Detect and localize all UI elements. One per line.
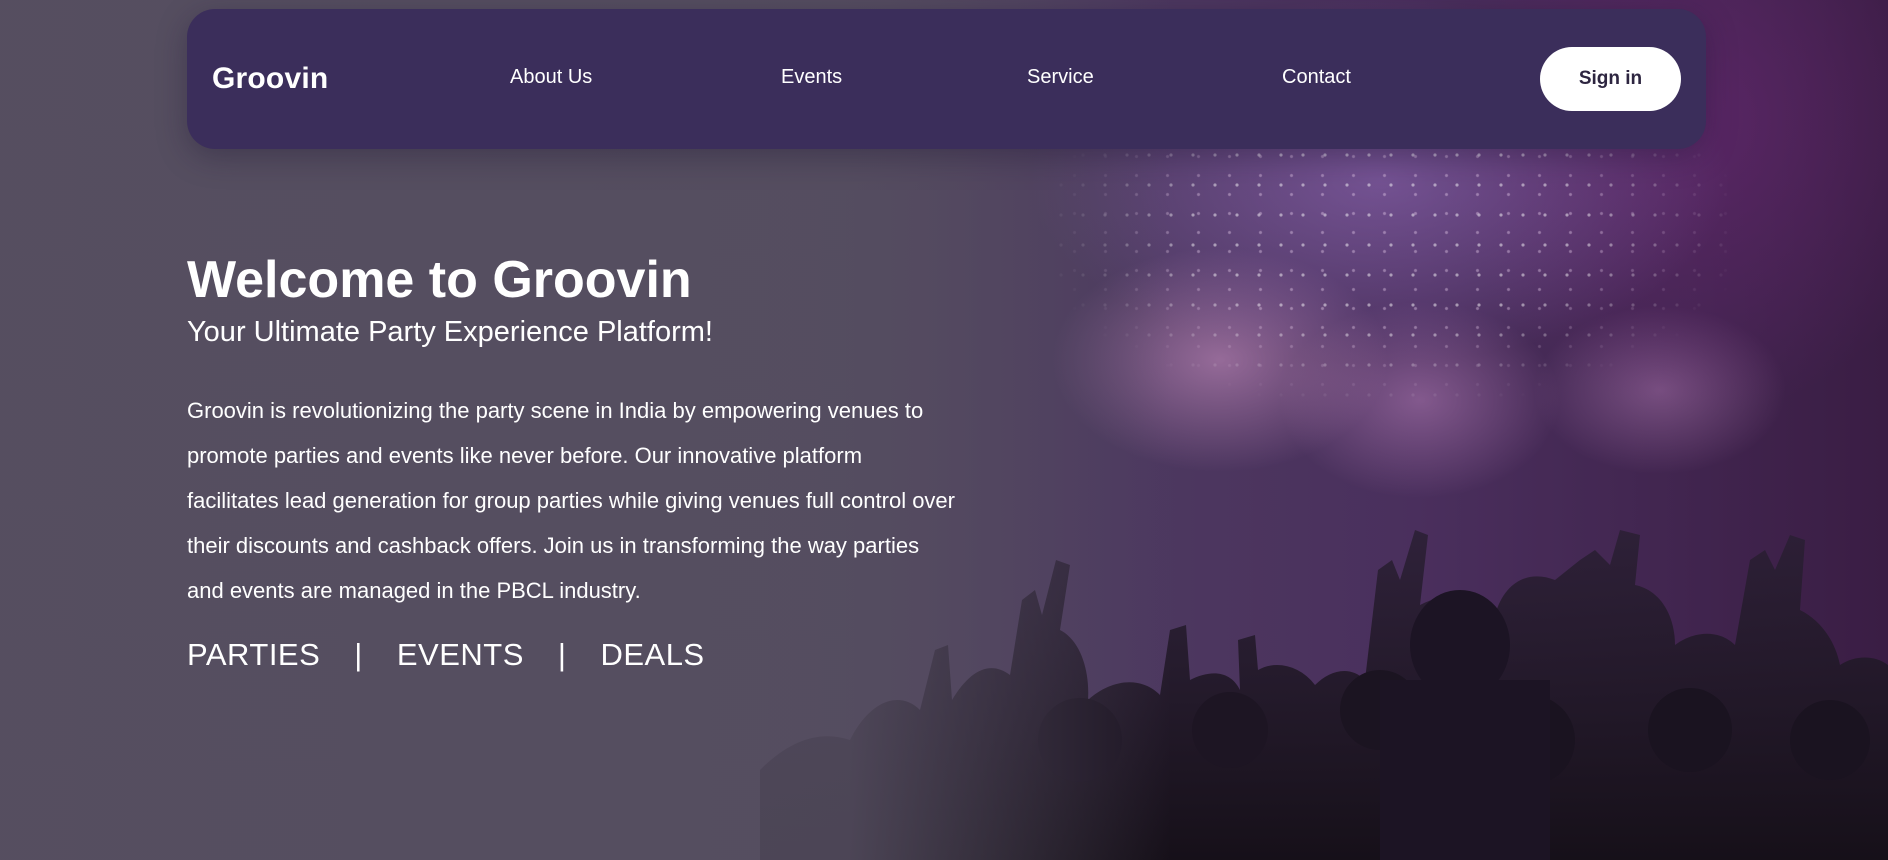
- hero-subtitle: Your Ultimate Party Experience Platform!: [187, 316, 713, 348]
- nav-link-about-us[interactable]: About Us: [510, 66, 592, 89]
- nav-link-events[interactable]: Events: [781, 66, 842, 89]
- sign-in-button[interactable]: Sign in: [1540, 47, 1681, 111]
- tag-separator: |: [354, 637, 363, 672]
- tag-events: EVENTS: [396, 637, 524, 672]
- brand-logo[interactable]: Groovin: [212, 62, 512, 96]
- nav-link-contact[interactable]: Contact: [1282, 66, 1351, 89]
- hero-title: Welcome to Groovin: [187, 251, 692, 309]
- tag-deals: DEALS: [600, 637, 705, 672]
- hero-tagline: PARTIES | EVENTS | DEALS: [187, 637, 967, 673]
- hero-section: Welcome to Groovin Your Ultimate Party E…: [187, 248, 967, 673]
- tag-parties: PARTIES: [187, 637, 321, 672]
- nav-link-service[interactable]: Service: [1027, 66, 1094, 89]
- hero-description: Groovin is revolutionizing the party sce…: [187, 398, 955, 603]
- tag-separator: |: [557, 637, 567, 672]
- page: Groovin About Us Events Service Contact …: [0, 0, 1888, 860]
- top-navbar: Groovin About Us Events Service Contact …: [187, 9, 1706, 149]
